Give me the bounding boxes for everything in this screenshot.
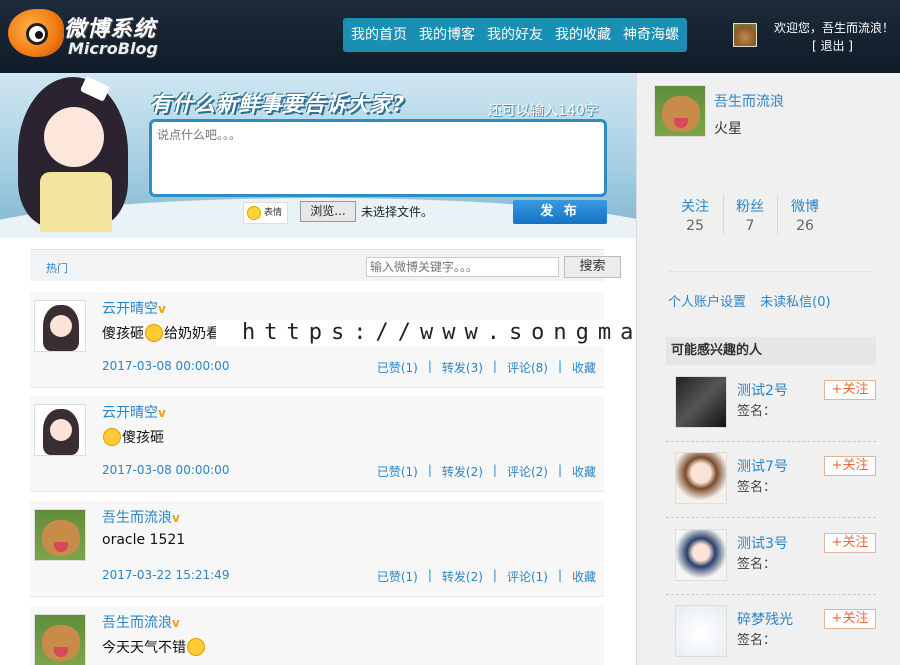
char-remaining: 还可以输入140字 [488,103,599,119]
follow-button[interactable]: +关注 [824,380,876,400]
comment-button[interactable]: 评论(8) [501,359,554,376]
post-item: 云开晴空v 傻孩砸 2017-03-08 00:00:00 已赞(1) | 转发(… [30,396,604,492]
vip-badge: v [172,511,180,525]
suggestion-item: 测试3号 签名： +关注 [666,519,876,595]
browse-file-button[interactable]: 浏览... [300,201,356,222]
suggestion-sign: 签名： [737,404,777,419]
search-button[interactable]: 搜索 [564,256,621,278]
suggestion-name[interactable]: 测试7号 [737,456,788,476]
composer-banner: 有什么新鲜事要告诉大家? 还可以输入140字 表情 浏览... 未选择文件。 发… [0,73,636,238]
tab-hot[interactable]: 热门 [46,260,68,276]
search-input[interactable] [366,257,559,277]
logout-link[interactable]: [ 退出 ] [812,37,853,54]
top-header: 微博系统 MicroBlog 我的首页 我的博客 我的好友 我的收藏 神奇海螺 … [0,0,900,73]
main-nav: 我的首页 我的博客 我的好友 我的收藏 神奇海螺 [343,18,687,52]
profile-name[interactable]: 吾生而流浪 [714,91,784,111]
composer-title: 有什么新鲜事要告诉大家? [150,92,406,116]
post-content: 傻孩砸 [102,427,164,447]
comment-button[interactable]: 评论(1) [501,568,554,585]
repost-button[interactable]: 转发(2) [436,463,489,480]
account-links: 个人账户设置 未读私信(0) [668,291,841,310]
avatar[interactable] [34,404,86,456]
welcome-text: 欢迎您，吾生而流浪！ [774,21,895,35]
suggestion-name[interactable]: 测试2号 [737,380,788,400]
suggestion-item: 测试2号 签名： +关注 [666,366,876,442]
right-sidebar: 吾生而流浪 火星 关注 25 粉丝 7 微博 26 个人账户设置 未读私信(0)… [636,73,900,665]
publish-button[interactable]: 发 布 [513,200,607,224]
nav-friends[interactable]: 我的好友 [481,18,549,52]
suggestion-name[interactable]: 测试3号 [737,533,788,553]
repost-button[interactable]: 转发(2) [436,568,489,585]
avatar[interactable] [34,614,86,665]
profile-avatar[interactable] [654,85,706,137]
file-status: 未选择文件。 [361,205,434,219]
post-content: 傻孩砸 给奶奶看 [102,324,220,342]
profile-location: 火星 [714,121,742,137]
post-item: 吾生而流浪v oracle 1521 2017-03-22 15:21:49 已… [30,501,604,597]
unread-messages-link[interactable]: 未读私信(0) [760,295,830,310]
watermark: https://www.songma.com [216,320,722,346]
post-content: oracle 1521 [102,532,186,548]
suggestion-item: 测试7号 签名： +关注 [666,442,876,518]
nav-favorites[interactable]: 我的收藏 [549,18,617,52]
post-time: 2017-03-08 00:00:00 [102,359,230,373]
anime-girl-illustration [18,76,128,232]
post-actions: 已赞(1) | 转发(3) | 评论(8) | 收藏 [371,359,602,376]
post-author[interactable]: 吾生而流浪v [102,507,180,527]
like-button[interactable]: 已赞(1) [371,359,424,376]
suggestion-item: 碎梦残光 签名： +关注 [666,595,876,665]
smiley-icon [247,206,261,220]
cat-emoji-icon [103,428,121,446]
stat-following[interactable]: 关注 25 [668,196,722,234]
nav-blog[interactable]: 我的博客 [413,18,481,52]
microblog-logo[interactable]: 微博系统 MicroBlog [6,5,166,65]
favorite-button[interactable]: 收藏 [566,568,602,585]
nav-magic-conch[interactable]: 神奇海螺 [617,18,685,52]
vip-badge: v [172,616,180,630]
stat-followers[interactable]: 粉丝 7 [723,196,777,234]
post-actions: 已赞(1) | 转发(2) | 评论(1) | 收藏 [371,568,602,585]
vip-badge: v [158,302,166,316]
laughing-emoji-icon [187,638,205,656]
avatar[interactable] [675,605,727,657]
post-author[interactable]: 云开晴空v [102,402,166,422]
avatar[interactable] [675,529,727,581]
like-button[interactable]: 已赞(1) [371,568,424,585]
post-textarea[interactable] [149,119,607,197]
follow-button[interactable]: +关注 [824,609,876,629]
vip-badge: v [158,406,166,420]
follow-button[interactable]: +关注 [824,456,876,476]
post-content: 今天天气不错 [102,637,206,657]
nav-home[interactable]: 我的首页 [345,18,413,52]
fish-logo-icon [8,9,64,57]
suggestions-title: 可能感兴趣的人 [666,337,876,365]
favorite-button[interactable]: 收藏 [566,463,602,480]
repost-button[interactable]: 转发(3) [436,359,489,376]
suggestion-sign: 签名： [737,480,777,495]
logo-subtitle: MicroBlog [68,39,158,58]
avatar[interactable] [34,509,86,561]
suggestion-name[interactable]: 碎梦残光 [737,609,793,629]
header-avatar[interactable] [733,23,757,47]
stat-posts[interactable]: 微博 26 [778,196,832,234]
avatar[interactable] [675,376,727,428]
account-settings-link[interactable]: 个人账户设置 [668,295,746,310]
post-item: 吾生而流浪v 今天天气不错 [30,606,604,665]
follow-button[interactable]: +关注 [824,533,876,553]
suggestion-sign: 签名： [737,557,777,572]
post-time: 2017-03-08 00:00:00 [102,463,230,477]
avatar[interactable] [675,452,727,504]
smiley-emoji-icon [145,324,163,342]
avatar[interactable] [34,300,86,352]
feed-toolbar: 热门 搜索 [30,249,621,281]
comment-button[interactable]: 评论(2) [501,463,554,480]
suggestion-sign: 签名： [737,633,777,648]
like-button[interactable]: 已赞(1) [371,463,424,480]
post-author[interactable]: 吾生而流浪v [102,612,180,632]
emoji-button[interactable]: 表情 [243,202,288,224]
post-time: 2017-03-22 15:21:49 [102,568,230,582]
favorite-button[interactable]: 收藏 [566,359,602,376]
post-author[interactable]: 云开晴空v [102,298,166,318]
post-actions: 已赞(1) | 转发(2) | 评论(2) | 收藏 [371,463,602,480]
